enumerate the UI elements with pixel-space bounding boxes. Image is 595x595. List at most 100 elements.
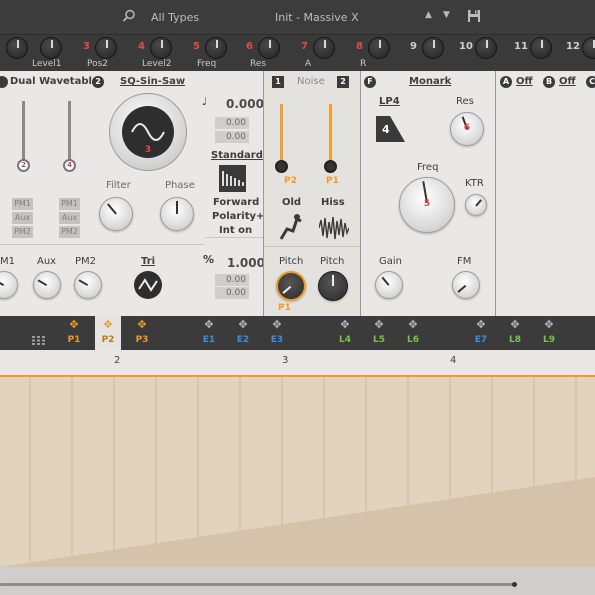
- pitch-sub-2b[interactable]: 0.00: [215, 287, 249, 299]
- pm-box-left-2[interactable]: Aux: [12, 212, 33, 224]
- filter-freq-knob[interactable]: 5: [399, 177, 455, 233]
- noise-slot-2-badge[interactable]: 2: [337, 76, 349, 88]
- mod-slot-l4[interactable]: ✥ L4: [332, 316, 358, 350]
- drag-handle-icon[interactable]: ✥: [536, 318, 562, 331]
- drag-handle-icon[interactable]: ✥: [468, 318, 494, 331]
- pm-box-right-2[interactable]: Aux: [59, 212, 80, 224]
- insert-a-state[interactable]: Off: [516, 76, 533, 87]
- osc-mode[interactable]: Standard: [211, 150, 263, 161]
- preset-next-button[interactable]: ▼: [443, 10, 450, 20]
- filter-fm-knob[interactable]: [452, 271, 480, 299]
- drag-handle-icon[interactable]: ✥: [502, 318, 528, 331]
- drag-handle-icon[interactable]: ✥: [230, 318, 256, 331]
- wavetable-position-knob[interactable]: 3: [109, 93, 187, 171]
- noise-slot-1-badge[interactable]: 1: [272, 76, 284, 88]
- insert-b-badge[interactable]: B: [543, 76, 555, 88]
- noise-title[interactable]: Noise: [297, 76, 325, 87]
- drag-handle-icon[interactable]: ✥: [332, 318, 358, 331]
- pitch-sub-1b[interactable]: 0.00: [215, 131, 249, 143]
- macro-knob[interactable]: [313, 37, 335, 59]
- osc-slider-2[interactable]: 4: [63, 159, 76, 172]
- sub-osc-wave-label[interactable]: Tri: [141, 256, 155, 267]
- timeline-ruler[interactable]: 2 3 4: [0, 350, 595, 377]
- lowpass-filter-icon[interactable]: 4: [376, 116, 405, 142]
- filter-ktr-knob[interactable]: [465, 194, 487, 216]
- pm-box-right-3[interactable]: PM2: [59, 226, 80, 238]
- mod-slot-e7[interactable]: ✥ E7: [468, 316, 494, 350]
- insert-b-state[interactable]: Off: [559, 76, 576, 87]
- drag-handle-icon[interactable]: ✥: [129, 318, 155, 331]
- noise-slider-right[interactable]: [324, 160, 337, 173]
- noise-pitch-left-knob[interactable]: [276, 271, 306, 301]
- mod-slot-e1[interactable]: ✥ E1: [196, 316, 222, 350]
- mod-grid-button[interactable]: [26, 316, 52, 350]
- macro-knob[interactable]: [475, 37, 497, 59]
- automation-lane[interactable]: [0, 377, 595, 567]
- filter-res-knob[interactable]: 6: [450, 112, 484, 146]
- preset-prev-button[interactable]: ▲: [425, 10, 432, 20]
- wavetable-name[interactable]: SQ-Sin-Saw: [120, 76, 185, 87]
- macro-knob[interactable]: [582, 37, 595, 59]
- mod-slot-l6[interactable]: ✥ L6: [400, 316, 426, 350]
- macro-knob[interactable]: [95, 37, 117, 59]
- filter-type[interactable]: Monark: [409, 76, 451, 87]
- osc-number-badge[interactable]: 2: [92, 76, 104, 88]
- pm-box-left-1[interactable]: PM1: [12, 198, 33, 210]
- macro-knob[interactable]: [258, 37, 280, 59]
- pitch-value-1[interactable]: 0.000: [226, 97, 264, 111]
- noise-slider-track-right[interactable]: [329, 104, 332, 164]
- pm-box-right-1[interactable]: PM1: [59, 198, 80, 210]
- osc-title[interactable]: Dual Wavetable: [10, 76, 99, 87]
- noise-slider-left[interactable]: [275, 160, 288, 173]
- save-icon[interactable]: [467, 9, 481, 26]
- drag-handle-icon[interactable]: ✥: [366, 318, 392, 331]
- noise-slider-track-left[interactable]: [280, 104, 283, 164]
- pm-box-left-3[interactable]: PM2: [12, 226, 33, 238]
- pitch-value-2[interactable]: 1.000: [227, 256, 265, 270]
- macro-knob[interactable]: [6, 37, 28, 59]
- osc-polarity[interactable]: Polarity+: [212, 211, 264, 222]
- osc-phase-knob[interactable]: [160, 197, 194, 231]
- macro-knob[interactable]: [368, 37, 390, 59]
- mod-slot-p2[interactable]: ✥ P2: [95, 316, 121, 350]
- osc-direction[interactable]: Forward: [213, 197, 259, 208]
- search-icon[interactable]: [122, 9, 136, 26]
- drag-handle-icon[interactable]: ✥: [95, 318, 121, 331]
- mod-slot-p3[interactable]: ✥ P3: [129, 316, 155, 350]
- mod-slot-e2[interactable]: ✥ E2: [230, 316, 256, 350]
- noise-type-left[interactable]: Old: [282, 197, 301, 208]
- insert-c-badge[interactable]: C: [586, 76, 595, 88]
- noise-type-right[interactable]: Hiss: [321, 197, 345, 208]
- macro-knob[interactable]: [40, 37, 62, 59]
- filter-header-badge[interactable]: F: [364, 76, 376, 88]
- mod-slot-l5[interactable]: ✥ L5: [366, 316, 392, 350]
- scrollbar-track[interactable]: [0, 583, 515, 586]
- pm2-knob[interactable]: [74, 271, 102, 299]
- osc-interpolation[interactable]: Int on: [219, 225, 252, 236]
- scrollbar-handle[interactable]: [512, 582, 517, 587]
- mod-slot-e3[interactable]: ✥ E3: [264, 316, 290, 350]
- mod-slot-l8[interactable]: ✥ L8: [502, 316, 528, 350]
- macro-knob[interactable]: [530, 37, 552, 59]
- wavetable-mode-icon[interactable]: [219, 165, 246, 192]
- preset-title[interactable]: Init - Massive X: [275, 11, 359, 24]
- macro-knob[interactable]: [150, 37, 172, 59]
- mod-slot-l9[interactable]: ✥ L9: [536, 316, 562, 350]
- insert-a-badge[interactable]: A: [500, 76, 512, 88]
- drag-handle-icon[interactable]: ✥: [400, 318, 426, 331]
- aux-knob[interactable]: [33, 271, 61, 299]
- pitch-sub-2a[interactable]: 0.00: [215, 274, 249, 286]
- macro-knob[interactable]: [205, 37, 227, 59]
- horizontal-scrollbar[interactable]: [0, 567, 595, 595]
- mod-slot-p1[interactable]: ✥ P1: [61, 316, 87, 350]
- grid-icon[interactable]: [32, 336, 46, 345]
- osc-filter-knob[interactable]: [99, 197, 133, 231]
- drag-handle-icon[interactable]: ✥: [264, 318, 290, 331]
- filter-gain-knob[interactable]: [375, 271, 403, 299]
- pm1-knob[interactable]: [0, 271, 18, 299]
- triangle-wave-icon[interactable]: [134, 271, 162, 299]
- noise-pitch-right-knob[interactable]: [318, 271, 348, 301]
- filter-mode[interactable]: LP4: [379, 96, 400, 107]
- drag-handle-icon[interactable]: ✥: [196, 318, 222, 331]
- pitch-sub-1a[interactable]: 0.00: [215, 117, 249, 129]
